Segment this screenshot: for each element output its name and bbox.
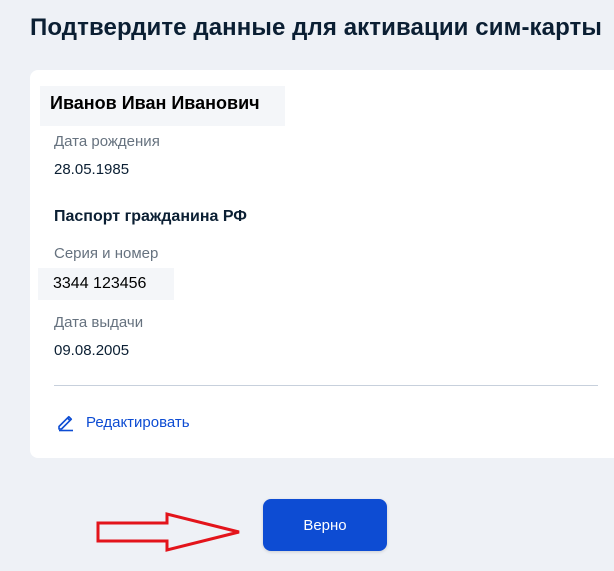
issue-date-value: 09.08.2005 — [54, 342, 130, 359]
page-title: Подтвердите данные для активации сим-кар… — [30, 14, 603, 41]
passport-serial-value: 3344 123456 — [53, 275, 147, 292]
page: Подтвердите данные для активации сим-кар… — [0, 0, 614, 571]
passport-section-title: Паспорт гражданина РФ — [54, 208, 247, 225]
edit-link[interactable]: Редактировать — [56, 412, 190, 432]
birth-date-label: Дата рождения — [54, 133, 160, 150]
divider — [54, 385, 598, 386]
red-arrow-annotation — [96, 512, 240, 552]
confirm-button[interactable]: Верно — [263, 499, 387, 551]
edit-label: Редактировать — [86, 413, 190, 431]
pencil-icon — [58, 415, 73, 432]
issue-date-label: Дата выдачи — [54, 314, 144, 331]
birth-date-value: 28.05.1985 — [54, 161, 130, 178]
passport-serial-label: Серия и номер — [54, 245, 159, 262]
confirmation-card: Иванов Иван Иванович Дата рождения 28.05… — [30, 70, 614, 458]
full-name: Иванов Иван Иванович — [50, 93, 260, 113]
